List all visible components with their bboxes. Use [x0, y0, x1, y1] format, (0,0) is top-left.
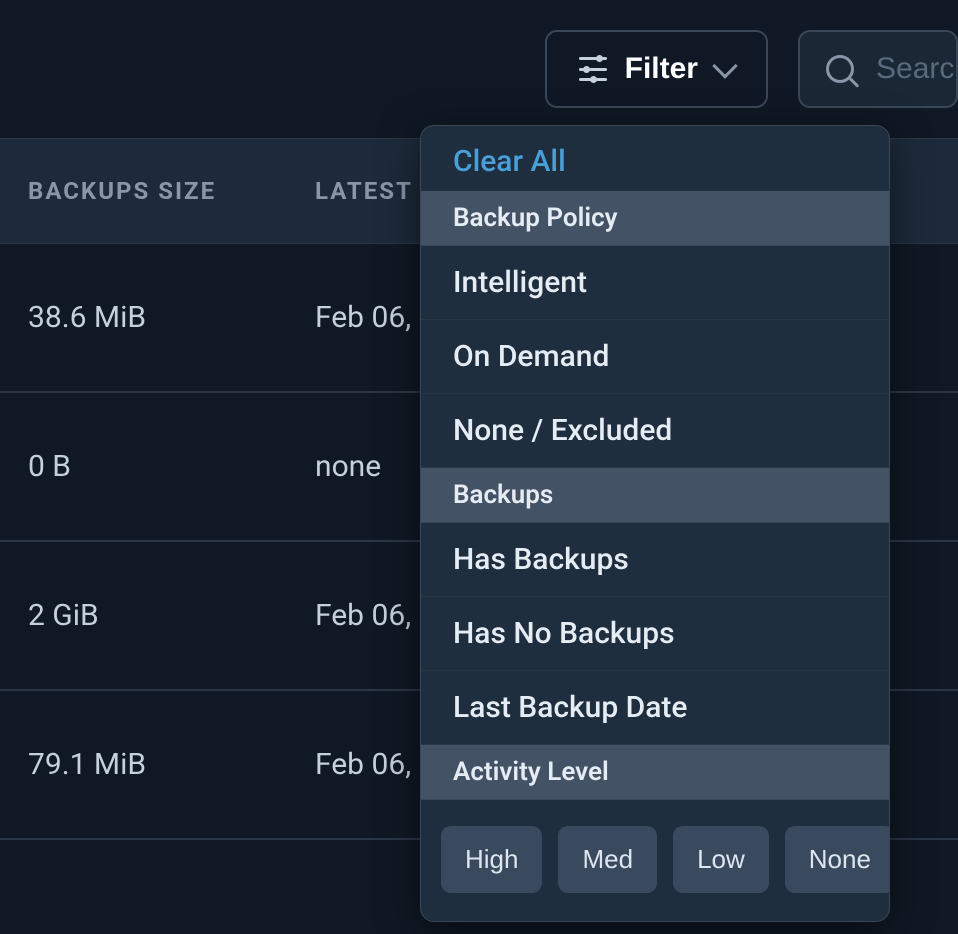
filter-option-has-backups[interactable]: Has Backups [421, 523, 889, 597]
cell-backups-size: 0 B [28, 449, 315, 484]
cell-backups-size: 38.6 MiB [28, 300, 315, 335]
activity-level-buttons: High Med Low None [421, 800, 889, 921]
activity-low-button[interactable]: Low [673, 826, 769, 893]
filter-option-none-excluded[interactable]: None / Excluded [421, 394, 889, 468]
search-icon [826, 55, 854, 83]
search-input[interactable] [876, 52, 956, 86]
filter-button[interactable]: Filter [545, 30, 768, 108]
search-box[interactable] [798, 30, 958, 108]
filter-section-backups: Backups [421, 468, 889, 523]
filter-dropdown-menu: Clear All Backup Policy Intelligent On D… [420, 125, 890, 922]
cell-backups-size: 2 GiB [28, 598, 315, 633]
filter-button-label: Filter [625, 52, 698, 86]
filter-option-has-no-backups[interactable]: Has No Backups [421, 597, 889, 671]
filter-option-last-backup-date[interactable]: Last Backup Date [421, 671, 889, 745]
activity-med-button[interactable]: Med [558, 826, 657, 893]
filter-option-on-demand[interactable]: On Demand [421, 320, 889, 394]
filter-section-backup-policy: Backup Policy [421, 191, 889, 246]
filter-icon [579, 57, 607, 81]
activity-none-button[interactable]: None [785, 826, 890, 893]
filter-clear-all[interactable]: Clear All [421, 126, 889, 191]
chevron-down-icon [712, 53, 737, 78]
cell-backups-size: 79.1 MiB [28, 747, 315, 782]
activity-high-button[interactable]: High [441, 826, 542, 893]
filter-section-activity-level: Activity Level [421, 745, 889, 800]
column-header-backups-size[interactable]: BACKUPS SIZE [28, 177, 315, 205]
filter-option-intelligent[interactable]: Intelligent [421, 246, 889, 320]
toolbar: Filter [0, 0, 958, 138]
